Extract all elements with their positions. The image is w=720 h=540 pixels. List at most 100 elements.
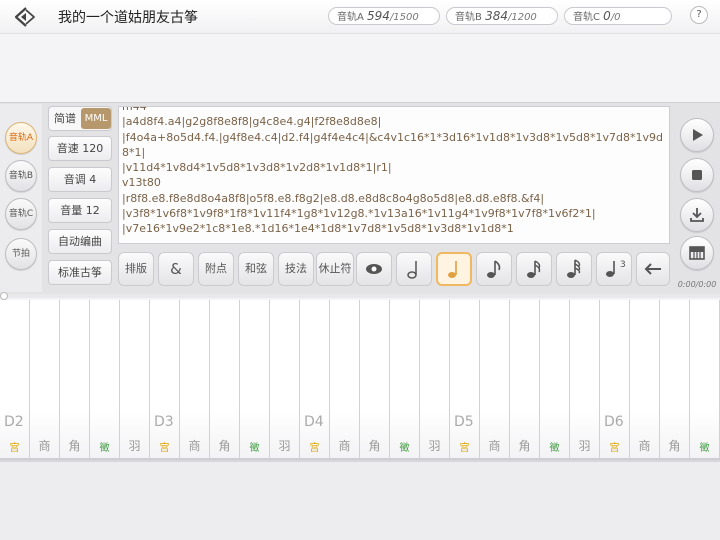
piano-key[interactable]: 商 [480, 300, 510, 460]
piano-key[interactable]: 羽 [270, 300, 300, 460]
octave-label: D5 [454, 414, 474, 430]
piano-key[interactable]: 角 [210, 300, 240, 460]
tone-label: 徵 [399, 443, 410, 454]
quarter-note-outline-icon [407, 261, 417, 279]
tone-label: 商 [488, 439, 501, 453]
track-b-counter: 音轨B 384/1200 [446, 7, 558, 25]
jianpu-option[interactable]: 简谱 [49, 107, 81, 130]
piano-key[interactable]: 徵 [240, 300, 270, 460]
piano-key[interactable]: 商 [30, 300, 60, 460]
volume-button[interactable]: 音量 12 [48, 198, 112, 223]
tone-label: 徵 [99, 443, 110, 454]
mml-editor[interactable]: m44 |a4d8f4.a4|g2g8f8e8f8|g4c8e4.g4|f2f8e… [118, 106, 670, 244]
beat-button[interactable]: 节拍 [5, 238, 37, 270]
tone-label: 商 [188, 439, 201, 453]
piano-key[interactable]: D4 宫 [300, 300, 330, 460]
piano-key[interactable]: D2 宫 [0, 300, 30, 460]
playback-rail [674, 108, 720, 294]
piano-key[interactable]: 徵 [540, 300, 570, 460]
backspace-button[interactable] [636, 252, 670, 286]
tone-label: 角 [218, 439, 231, 453]
tone-label: 宫 [459, 443, 470, 454]
back-arrow-icon [14, 7, 35, 27]
piano-key[interactable]: 角 [510, 300, 540, 460]
piano-key[interactable]: 徵 [90, 300, 120, 460]
auto-arrange-button[interactable]: 自动编曲 [48, 229, 112, 254]
piano-key[interactable]: D6 宫 [600, 300, 630, 460]
tone-label: 角 [68, 439, 81, 453]
octave-label: D3 [154, 414, 174, 430]
save-button[interactable] [680, 198, 714, 232]
triplet-button[interactable]: 3 [596, 252, 632, 286]
progress-track[interactable] [0, 294, 720, 298]
piano-key[interactable]: 商 [630, 300, 660, 460]
track-a-counter: 音轨A 594/1500 [328, 7, 440, 25]
code-line: |v7e16*1v9e2*1c8*1e8.*1d16*1e4*1d8*1v7d8… [122, 222, 514, 236]
dot-button[interactable]: 附点 [198, 252, 234, 286]
track-a-button[interactable]: 音轨A [5, 122, 37, 154]
tone-label: 商 [638, 439, 651, 453]
rest-button[interactable]: 休止符 [316, 252, 354, 286]
tone-label: 徵 [699, 443, 710, 454]
track-b-value: 384 [485, 9, 508, 23]
progress-knob[interactable] [0, 292, 8, 300]
tone-label: 宫 [159, 443, 170, 454]
piano-key[interactable]: 羽 [570, 300, 600, 460]
piano-key[interactable]: 角 [360, 300, 390, 460]
eighth-note-button[interactable] [476, 252, 512, 286]
sixteenth-note-button[interactable] [516, 252, 552, 286]
mml-text: m44 |a4d8f4.a4|g2g8f8e8f8|g4c8e4.g4|f2f8e… [122, 107, 667, 237]
piano-key[interactable]: 角 [660, 300, 690, 460]
piano-key[interactable]: 羽 [120, 300, 150, 460]
chord-button[interactable]: 和弦 [238, 252, 274, 286]
track-a-value: 594 [367, 9, 390, 23]
whole-note-button[interactable] [396, 252, 432, 286]
piano-key[interactable]: 徵 [690, 300, 720, 460]
top-bar: 我的一个道姑朋友古筝 音轨A 594/1500 音轨B 384/1200 音轨C… [0, 0, 720, 34]
keyboard-button[interactable] [680, 236, 714, 270]
back-button[interactable] [12, 4, 42, 30]
thirty-second-note-button[interactable] [556, 252, 592, 286]
track-c-label: 音轨C [573, 12, 600, 23]
piano-key[interactable]: 商 [330, 300, 360, 460]
piano-key[interactable]: D3 宫 [150, 300, 180, 460]
play-icon [693, 129, 703, 141]
track-b-button[interactable]: 音轨B [5, 160, 37, 192]
playback-time: 0:00/0:00 [677, 280, 717, 289]
stop-button[interactable] [680, 158, 714, 192]
code-line: v13t80 [122, 176, 161, 190]
ampersand-button[interactable]: & [158, 252, 194, 286]
piano-key[interactable]: 徵 [390, 300, 420, 460]
key-button[interactable]: 音调 4 [48, 167, 112, 192]
track-c-button[interactable]: 音轨C [5, 198, 37, 230]
technique-button[interactable]: 技法 [278, 252, 314, 286]
piano-key[interactable]: D5 宫 [450, 300, 480, 460]
notation-toggle[interactable]: 简谱 MML [48, 106, 112, 131]
layout-button[interactable]: 排版 [118, 252, 154, 286]
mml-option[interactable]: MML [81, 108, 111, 129]
play-button[interactable] [680, 118, 714, 152]
eye-icon [366, 264, 382, 274]
track-c-value: 0 [603, 9, 611, 23]
code-line: |f4o4a+8o5d4.f4.|g4f8e4.c4|d2.f4|g4f4e4c… [122, 130, 663, 159]
tone-label: 角 [368, 439, 381, 453]
tone-label: 徵 [549, 443, 560, 454]
speed-button[interactable]: 音速 120 [48, 136, 112, 161]
piano-icon [689, 246, 705, 260]
piano-key[interactable]: 商 [180, 300, 210, 460]
instrument-button[interactable]: 标准古筝 [48, 260, 112, 285]
thirty-second-note-icon [567, 259, 581, 278]
quarter-note-icon [448, 261, 457, 278]
piano-key[interactable]: 羽 [420, 300, 450, 460]
quarter-note-button[interactable] [436, 252, 472, 286]
sixteenth-note-icon [527, 260, 541, 278]
tone-label: 角 [668, 439, 681, 453]
code-line: |r8f8.e8.f8e8d8o4a8f8|o5f8.e8.f8g2|e8.d8… [122, 191, 545, 205]
octave-label: D4 [304, 414, 324, 430]
tone-label: 羽 [428, 439, 441, 453]
stop-icon [692, 170, 702, 180]
piano-key[interactable]: 角 [60, 300, 90, 460]
code-line: |v11d4*1v8d4*1v5d8*1v3d8*1v2d8*1v1d8*1|r… [122, 161, 392, 175]
help-button[interactable]: ? [690, 6, 708, 24]
preview-button[interactable] [356, 252, 392, 286]
